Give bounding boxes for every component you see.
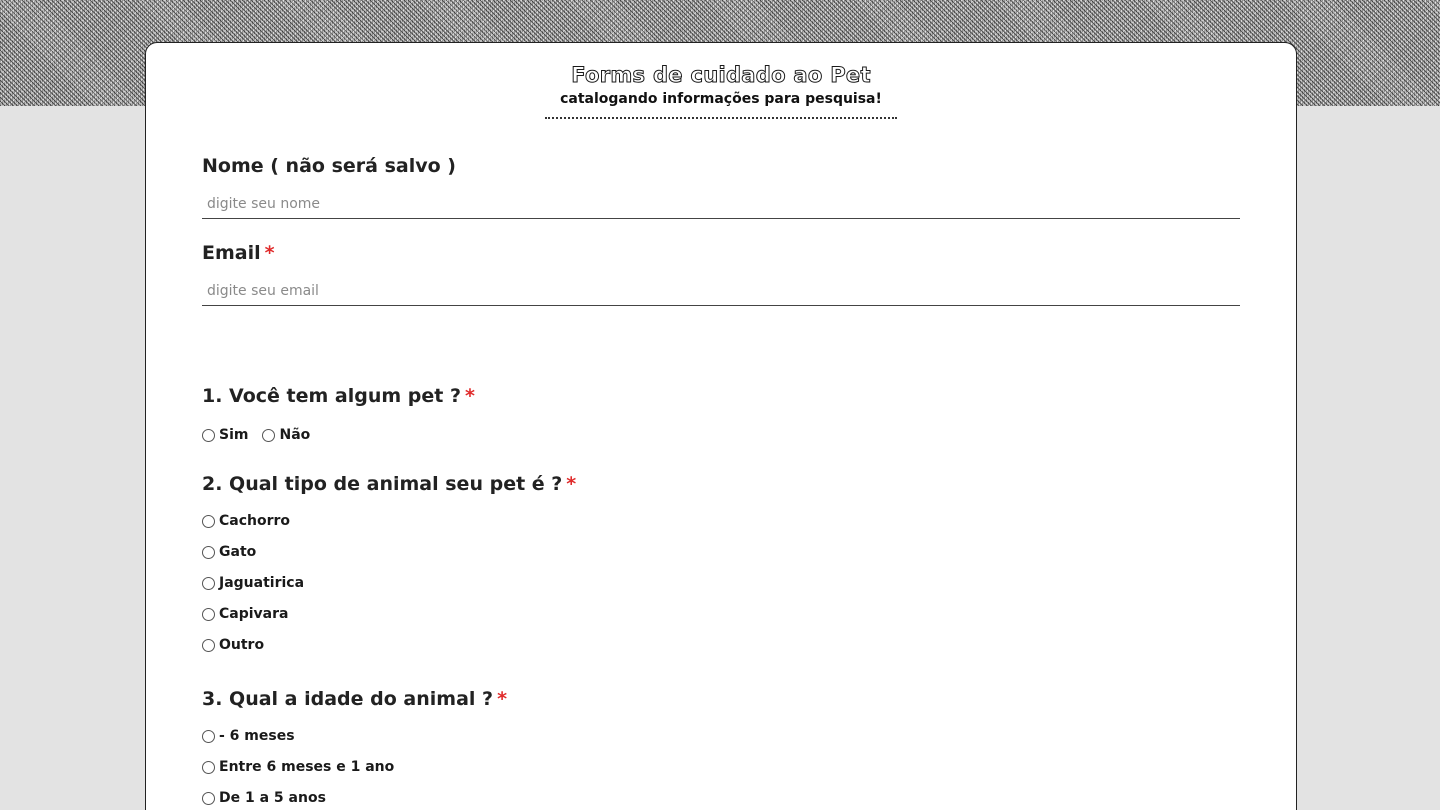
radio-option-sim[interactable]: Sim [202,425,248,445]
required-asterisk: * [264,242,275,264]
radio-option-6-months-to-1-year[interactable]: Entre 6 meses e 1 ano [202,757,507,777]
header-divider [545,117,897,119]
radio-button[interactable] [202,760,215,774]
question-animal-type: 2. Qual tipo de animal seu pet é ? * Cach… [202,471,576,666]
required-asterisk: * [566,473,577,495]
form-subtitle: catalogando informações para pesquisa! [560,91,882,107]
radio-option-label: Sim [219,427,249,443]
radio-button[interactable] [262,428,276,442]
form-card: Forms de cuidado ao Pet catalogando info… [145,42,1297,810]
radio-option-nao[interactable]: Não [262,425,310,445]
email-label: Email * [202,240,1240,266]
nome-label: Nome ( não será salvo ) [202,155,456,177]
radio-button[interactable] [202,576,215,590]
radio-button[interactable] [202,607,215,621]
radio-option-label: Capivara [219,606,289,622]
radio-option-label: - 6 meses [219,728,295,744]
radio-button[interactable] [202,638,215,652]
radio-button[interactable] [202,428,215,442]
radio-option-cachorro[interactable]: Cachorro [202,511,576,531]
survey-form: Nome ( não será salvo ) Email* 1. Você t… [202,153,1240,806]
email-input[interactable] [202,266,1240,306]
question-animal-age: 3. Qual a idade do animal ? * - 6 meses E… [202,686,507,810]
email-label-text: Email [202,242,261,264]
question-label-text: 1. Você tem algum pet ? [202,385,461,407]
question-label: 2. Qual tipo de animal seu pet é ? * [202,471,576,497]
required-asterisk: * [497,688,507,710]
email-field-group: Email * [202,240,1240,306]
radio-option-1-to-5-years[interactable]: De 1 a 5 anos [202,788,507,808]
radio-option-gato[interactable]: Gato [202,542,576,562]
question-label-text: 3. Qual a idade do animal ? [202,688,494,710]
radio-group-animal-type: Cachorro Gato Jaguatirica Capivara Outro [202,511,576,655]
nome-field-group: Nome ( não será salvo ) [202,153,1240,219]
radio-button[interactable] [202,514,215,528]
radio-option-label: Jaguatirica [219,575,305,591]
radio-button[interactable] [202,545,215,559]
radio-button[interactable] [202,791,215,805]
radio-group-has-pet: Sim Não [202,425,475,445]
radio-option-label: De 1 a 5 anos [219,790,326,806]
required-asterisk: * [465,385,475,407]
radio-button[interactable] [202,729,215,743]
radio-option-capivara[interactable]: Capivara [202,604,576,624]
nome-input[interactable] [202,179,1240,219]
radio-option-label: Cachorro [219,513,291,529]
radio-option-outro[interactable]: Outro [202,635,576,655]
question-label: 1. Você tem algum pet ? * [202,383,475,409]
radio-option-under-6-months[interactable]: - 6 meses [202,726,507,746]
radio-group-animal-age: - 6 meses Entre 6 meses e 1 ano De 1 a 5… [202,726,507,808]
question-label: 3. Qual a idade do animal ? * [202,686,507,712]
form-title: Forms de cuidado ao Pet [571,63,871,88]
radio-option-jaguatirica[interactable]: Jaguatirica [202,573,576,593]
radio-option-label: Gato [219,544,257,560]
radio-option-label: Entre 6 meses e 1 ano [219,759,395,775]
form-header: Forms de cuidado ao Pet catalogando info… [146,43,1296,119]
radio-option-label: Outro [219,637,265,653]
question-has-pet: 1. Você tem algum pet ? * Sim Não [202,383,475,445]
radio-option-label: Não [279,427,311,443]
question-label-text: 2. Qual tipo de animal seu pet é ? [202,473,563,495]
